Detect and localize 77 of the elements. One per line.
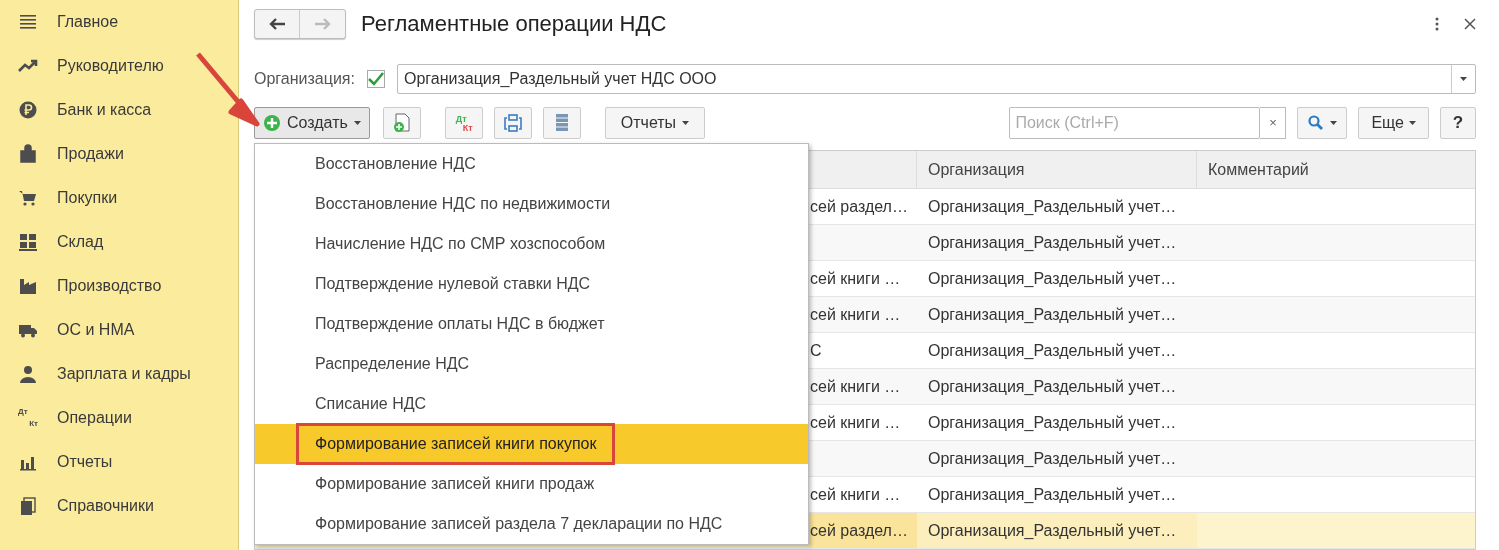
column-header[interactable]: Организация <box>917 151 1197 188</box>
sidebar-item[interactable]: Продажи <box>0 131 130 176</box>
sidebar-item[interactable]: Производство <box>0 263 168 308</box>
document-plus-icon <box>392 112 411 133</box>
caret-icon <box>1409 120 1416 125</box>
table-cell-text: сей книги … <box>809 412 901 433</box>
search-button[interactable] <box>1297 106 1348 139</box>
table-cell-text: Организация_Раздельный учет… <box>928 196 1177 217</box>
clear-search-button[interactable]: × <box>1260 106 1287 139</box>
create-button[interactable]: Создать <box>254 106 370 139</box>
close-icon[interactable] <box>1464 17 1476 30</box>
ruble-coin-icon <box>18 99 38 120</box>
shopping-bag-icon <box>18 143 38 164</box>
structure-button[interactable] <box>493 106 532 139</box>
sidebar-item[interactable]: Отчеты <box>0 439 119 484</box>
sidebar-item[interactable]: Банк и касса <box>0 87 158 132</box>
documents-icon <box>18 495 38 516</box>
menu-item-label: Восстановление НДС по недвижимости <box>314 194 612 214</box>
check-icon <box>367 72 384 87</box>
menu-item-label: Формирование записей раздела 7 декларации по НДС <box>314 514 724 534</box>
caret-icon <box>353 120 361 125</box>
table-cell-text: Организация_Раздельный учет… <box>928 520 1177 541</box>
caret-icon <box>682 120 690 125</box>
table-cell-text: Организация_Раздельный учет… <box>928 376 1177 397</box>
table-cell-text: сей книги … <box>809 484 901 505</box>
table-cell-text: Организация_Раздельный учет… <box>928 268 1177 289</box>
help-button[interactable]: ? <box>1440 106 1476 139</box>
warehouse-grid-icon <box>18 231 38 252</box>
table-cell-text: сей книги … <box>809 376 901 397</box>
organization-checkbox[interactable] <box>366 70 385 89</box>
list-button[interactable] <box>542 106 581 139</box>
menu-item-label: Формирование записей книги продаж <box>314 474 596 494</box>
sidebar-item[interactable]: Дт Кт Операции <box>0 395 138 440</box>
sidebar-item[interactable]: Главное <box>0 0 125 44</box>
table-cell-text: Организация_Раздельный учет… <box>928 412 1177 433</box>
menu-item-label: Подтверждение оплаты НДС в бюджет <box>314 314 606 334</box>
person-icon <box>18 363 38 384</box>
search-field[interactable]: Поиск (Ctrl+F) <box>1009 106 1261 139</box>
table-cell-text: Организация_Раздельный учет… <box>928 304 1177 325</box>
column-header[interactable]: Комментарий <box>1197 151 1475 188</box>
table-cell-text: С <box>809 340 822 361</box>
sidebar-item[interactable]: ОС и НМА <box>0 307 141 352</box>
table-cell-text: Организация_Раздельный учет… <box>928 448 1177 469</box>
menu-item-label: Начисление НДС по СМР хозспособом <box>314 234 607 254</box>
menu-item-label: Подтверждение нулевой ставки НДС <box>314 274 592 294</box>
table-cell-text: сей книги … <box>809 268 901 289</box>
list-icon <box>555 113 568 132</box>
caret-icon <box>1460 77 1467 82</box>
search-icon <box>1307 114 1324 131</box>
menu-item[interactable]: Формирование записей книги покупок <box>255 424 808 464</box>
reports-button[interactable]: Отчеты <box>604 106 706 139</box>
table-cell-text: Организация_Раздельный учет… <box>928 232 1177 253</box>
table-cell-text: сей книги … <box>809 304 901 325</box>
plus-circle-icon <box>263 113 281 132</box>
sidebar-item[interactable]: Зарплата и кадры <box>0 351 197 396</box>
more-options-icon[interactable] <box>1435 16 1439 31</box>
page-title: Регламентные операции НДС <box>361 10 667 39</box>
sidebar-item[interactable]: Склад <box>0 219 110 264</box>
copy-button[interactable] <box>382 106 421 139</box>
table-cell-text: Организация_Раздельный учет… <box>928 340 1177 361</box>
menu-item-label: Восстановление НДС <box>314 154 477 174</box>
more-button[interactable]: Еще <box>1358 106 1429 139</box>
sidebar-item[interactable]: Покупки <box>0 175 124 220</box>
caret-icon <box>1329 120 1337 125</box>
menu-item[interactable]: Начисление НДС по СМР хозспособом <box>255 224 808 264</box>
sidebar-item[interactable]: Справочники <box>0 483 160 528</box>
debit-credit-button[interactable]: Дт Кт <box>444 106 483 139</box>
table-cell-text: сей раздел… <box>809 196 908 217</box>
debit-credit-icon: Дт Кт <box>18 407 38 428</box>
menu-item[interactable]: Восстановление НДС <box>255 144 808 184</box>
table-cell-text: сей раздел… <box>809 520 908 541</box>
sidebar-item[interactable]: Руководителю <box>0 43 170 88</box>
hierarchy-icon <box>503 113 522 132</box>
table-cell-text: Организация_Раздельный учет… <box>928 484 1177 505</box>
organization-label: Организация: <box>254 69 355 90</box>
organization-field[interactable]: Организация_Раздельный учет НДС ООО <box>396 64 1476 95</box>
highlighted-label: Формирование записей книги покупок <box>296 423 616 465</box>
